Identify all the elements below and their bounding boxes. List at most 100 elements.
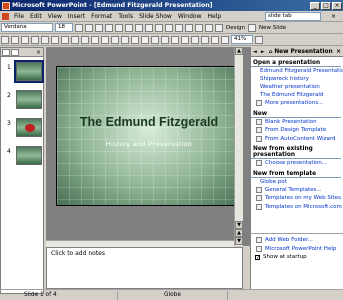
menu-tools[interactable]: Tools	[115, 13, 136, 20]
vertical-scrollbar[interactable]: ▲ ▼ ▲ ▼	[234, 47, 243, 246]
menu-view[interactable]: View	[45, 13, 65, 20]
slide-thumbnail-1[interactable]	[14, 60, 44, 83]
task-pane-title[interactable]: New Presentation	[274, 49, 332, 55]
scroll-down-icon[interactable]: ▼	[235, 221, 243, 229]
increase-font-icon[interactable]	[165, 23, 173, 32]
align-right-icon[interactable]	[135, 23, 143, 32]
font-select[interactable]: Verdana	[1, 23, 53, 32]
maximize-button[interactable]: □	[321, 1, 331, 10]
menu-format[interactable]: Format	[88, 13, 115, 20]
microsoft-templates-link[interactable]: Templates on Microsoft.com	[251, 203, 343, 212]
bullets-icon[interactable]	[155, 23, 163, 32]
template-link[interactable]: Globe.pot	[251, 178, 343, 186]
save-icon[interactable]	[21, 35, 29, 44]
show-formatting-icon[interactable]	[201, 35, 209, 44]
decrease-indent-icon[interactable]	[185, 23, 193, 32]
hyperlink-icon[interactable]	[181, 35, 189, 44]
choose-presentation-link[interactable]: Choose presentation...	[251, 159, 343, 168]
recent-file-link[interactable]: Weather presentation	[251, 83, 343, 91]
new-slide-button[interactable]: New Slide	[259, 25, 286, 31]
research-icon[interactable]	[81, 35, 89, 44]
align-left-icon[interactable]	[115, 23, 123, 32]
permission-icon[interactable]	[31, 35, 39, 44]
autocontent-wizard-link[interactable]: From AutoContent Wizard	[251, 135, 343, 144]
recent-file-link[interactable]: The Edmund Fitzgerald	[251, 91, 343, 99]
design-icon[interactable]	[215, 23, 223, 32]
underline-icon[interactable]	[95, 23, 103, 32]
powerpoint-help-link[interactable]: Microsoft PowerPoint Help	[251, 245, 343, 254]
expand-all-icon[interactable]	[191, 35, 199, 44]
slide-subtitle[interactable]: History and Preservation	[57, 141, 241, 148]
menu-window[interactable]: Window	[175, 13, 205, 20]
grid-icon[interactable]	[211, 35, 219, 44]
slides-tab[interactable]	[11, 48, 19, 56]
notes-pane[interactable]: Click to add notes	[46, 247, 243, 289]
help-icon[interactable]	[255, 35, 263, 44]
blank-presentation-link[interactable]: Blank Presentation	[251, 118, 343, 127]
chart-icon[interactable]	[151, 35, 159, 44]
close-pane-icon[interactable]: ×	[36, 49, 41, 56]
italic-icon[interactable]	[85, 23, 93, 32]
menu-help[interactable]: Help	[205, 13, 225, 20]
slide-thumbnail-3[interactable]	[16, 118, 42, 137]
horizontal-scrollbar[interactable]	[46, 240, 234, 247]
new-slide-icon[interactable]	[248, 23, 256, 32]
bold-icon[interactable]	[75, 23, 83, 32]
email-icon[interactable]	[41, 35, 49, 44]
more-presentations-link[interactable]: More presentations...	[251, 99, 343, 108]
numbering-icon[interactable]	[145, 23, 153, 32]
next-slide-icon[interactable]: ▼	[235, 237, 243, 245]
powerpoint-app-icon[interactable]	[2, 1, 10, 10]
increase-indent-icon[interactable]	[195, 23, 203, 32]
spelling-icon[interactable]	[71, 35, 79, 44]
zoom-select[interactable]: 41%	[231, 35, 253, 44]
shadow-icon[interactable]	[105, 23, 113, 32]
home-icon[interactable]: ⌂	[269, 49, 273, 55]
redo-icon[interactable]	[141, 35, 149, 44]
add-web-folder-link[interactable]: Add Web Folder...	[251, 236, 343, 245]
scroll-up-icon[interactable]: ▲	[235, 47, 243, 55]
print-icon[interactable]	[51, 35, 59, 44]
decrease-font-icon[interactable]	[175, 23, 183, 32]
recent-file-link[interactable]: Edmund Fitzgerald Presentation	[251, 67, 343, 75]
paste-icon[interactable]	[111, 35, 119, 44]
menu-file[interactable]: File	[11, 13, 27, 20]
help-search-input[interactable]: slide tab	[265, 12, 321, 21]
minimize-button[interactable]: _	[310, 1, 320, 10]
document-icon[interactable]	[2, 12, 9, 20]
tables-borders-icon[interactable]	[171, 35, 179, 44]
slide-thumbnail-2[interactable]	[16, 90, 42, 109]
slide-title[interactable]: The Edmund Fitzgerald	[57, 115, 241, 129]
print-preview-icon[interactable]	[61, 35, 69, 44]
previous-slide-icon[interactable]: ▲	[235, 229, 243, 237]
design-button[interactable]: Design	[226, 25, 245, 31]
slide-thumbnail-4[interactable]	[16, 146, 42, 165]
document-close-icon[interactable]: ×	[331, 13, 336, 20]
recent-file-link[interactable]: Shipwreck history	[251, 75, 343, 83]
slide-canvas[interactable]: The Edmund Fitzgerald History and Preser…	[56, 66, 242, 206]
web-templates-link[interactable]: Templates on my Web Sites...	[251, 194, 343, 203]
back-icon[interactable]: ◄	[253, 49, 257, 55]
format-painter-icon[interactable]	[121, 35, 129, 44]
table-icon[interactable]	[161, 35, 169, 44]
design-template-link[interactable]: From Design Template	[251, 126, 343, 135]
cut-icon[interactable]	[91, 35, 99, 44]
menu-insert[interactable]: Insert	[65, 13, 88, 20]
menu-edit[interactable]: Edit	[27, 13, 45, 20]
checkbox-checked-icon[interactable]: ✓	[255, 254, 260, 260]
font-color-icon[interactable]	[205, 23, 213, 32]
open-icon[interactable]	[11, 35, 19, 44]
close-button[interactable]: ×	[332, 1, 342, 10]
color-grayscale-icon[interactable]	[221, 35, 229, 44]
font-size-select[interactable]: 18	[55, 23, 73, 32]
close-task-pane-icon[interactable]: ×	[336, 49, 341, 55]
forward-icon[interactable]: ►	[261, 49, 265, 55]
general-templates-link[interactable]: General Templates...	[251, 186, 343, 195]
show-at-startup-checkbox[interactable]: ✓ Show at startup	[251, 253, 343, 262]
menu-slide-show[interactable]: Slide Show	[136, 13, 175, 20]
copy-icon[interactable]	[101, 35, 109, 44]
outline-tab[interactable]	[2, 48, 10, 56]
undo-icon[interactable]	[131, 35, 139, 44]
new-icon[interactable]	[1, 35, 9, 44]
center-icon[interactable]	[125, 23, 133, 32]
